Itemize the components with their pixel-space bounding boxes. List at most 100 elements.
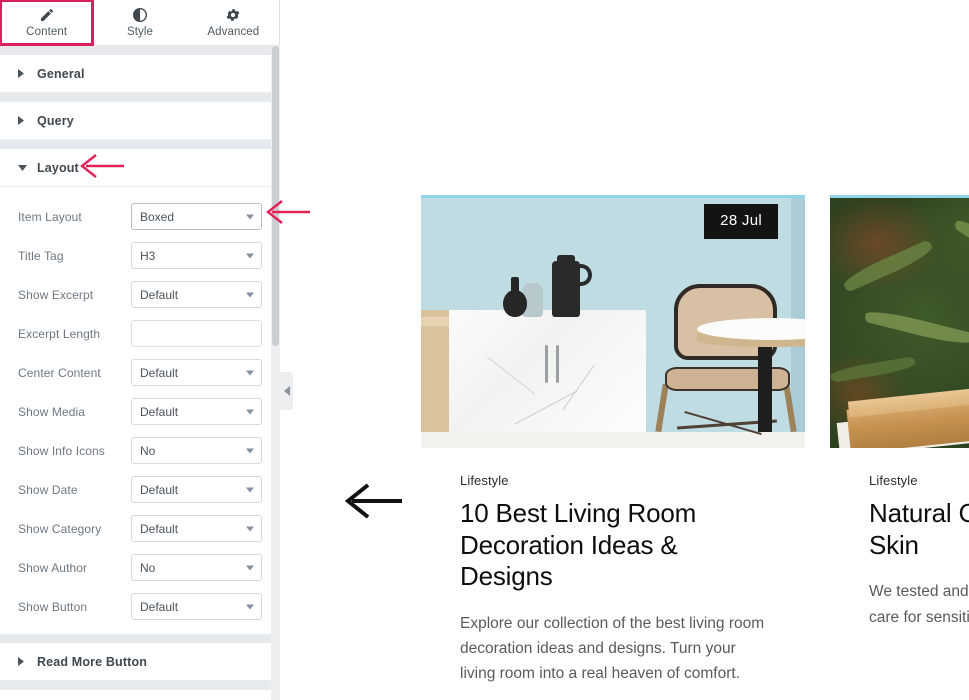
control-title-tag: Title Tag H3: [0, 236, 280, 275]
panel-tab-bar: Content Style Advanced: [0, 0, 280, 46]
chevron-down-icon: [246, 409, 254, 414]
section-body-layout: Item Layout Boxed Title Tag H3 Show Exce…: [0, 187, 280, 634]
select-value: Default: [140, 287, 179, 302]
chevron-right-icon: [18, 69, 26, 78]
control-show-author: Show Author No: [0, 548, 280, 587]
post-card[interactable]: 28 Jul Lifestyle 10 Best Living Room Dec…: [421, 195, 805, 687]
natural-soap-bottle-photo: [830, 198, 969, 448]
select-value: H3: [140, 248, 156, 263]
post-category[interactable]: Lifestyle: [460, 473, 766, 488]
tab-advanced[interactable]: Advanced: [186, 0, 280, 45]
tab-style[interactable]: Style: [93, 0, 187, 45]
post-card-body: Lifestyle 10 Best Living Room Decoration…: [421, 448, 805, 686]
contrast-icon: [132, 7, 148, 23]
select-show-author[interactable]: No: [131, 554, 262, 581]
post-excerpt: Explore our collection of the best livin…: [460, 615, 765, 683]
panel-scrollbar-thumb[interactable]: [272, 46, 279, 346]
post-title[interactable]: Natural Care for Sensitive Skin: [869, 498, 969, 561]
control-center-content: Center Content Default: [0, 353, 280, 392]
chevron-down-icon: [246, 487, 254, 492]
section-divider: [0, 46, 280, 55]
preview-canvas: 28 Jul Lifestyle 10 Best Living Room Dec…: [280, 0, 969, 700]
section-divider: [0, 681, 280, 690]
section-title-read-more-button: Read More Button: [37, 654, 148, 669]
excerpt-length-input[interactable]: [131, 320, 262, 347]
post-date-badge: 28 Jul: [704, 204, 778, 239]
select-value: Boxed: [140, 209, 175, 224]
chevron-down-icon: [246, 604, 254, 609]
chevron-right-icon: [18, 657, 26, 666]
select-center-content[interactable]: Default: [131, 359, 262, 386]
select-show-media[interactable]: Default: [131, 398, 262, 425]
chevron-down-icon: [246, 253, 254, 258]
section-title-general: General: [37, 66, 85, 81]
section-header-read-more-button[interactable]: Read More Button: [0, 643, 280, 681]
select-item-layout[interactable]: Boxed: [131, 203, 262, 230]
section-header-layout[interactable]: Layout: [0, 149, 280, 187]
app-root: Content Style Advanced General Query Lay…: [0, 0, 969, 700]
control-label: Show Date: [18, 482, 78, 497]
post-card-body: Lifestyle Natural Care for Sensitive Ski…: [830, 448, 969, 630]
control-label: Show Button: [18, 599, 88, 614]
chevron-down-icon: [246, 565, 254, 570]
tab-content[interactable]: Content: [0, 0, 95, 46]
panel-collapse-handle[interactable]: [280, 372, 293, 410]
section-header-query[interactable]: Query: [0, 102, 280, 140]
control-item-layout: Item Layout Boxed: [0, 197, 280, 236]
select-value: No: [140, 560, 156, 575]
control-label: Show Category: [18, 521, 102, 536]
chevron-down-icon: [246, 214, 254, 219]
control-label: Item Layout: [18, 209, 82, 224]
section-divider: [0, 93, 280, 102]
gear-icon: [225, 7, 241, 23]
panel-scrollbar[interactable]: [271, 46, 280, 700]
control-show-media: Show Media Default: [0, 392, 280, 431]
control-label: Show Media: [18, 404, 86, 419]
chevron-down-icon: [246, 370, 254, 375]
select-value: Default: [140, 521, 179, 536]
control-label: Show Author: [18, 560, 88, 575]
chevron-down-icon: [246, 292, 254, 297]
control-label: Title Tag: [18, 248, 64, 263]
select-value: Default: [140, 599, 179, 614]
post-card-media: 28 Jul: [421, 198, 805, 448]
control-show-category: Show Category Default: [0, 509, 280, 548]
pencil-icon: [39, 7, 55, 23]
select-show-date[interactable]: Default: [131, 476, 262, 503]
tab-advanced-label: Advanced: [207, 25, 260, 38]
post-title[interactable]: 10 Best Living Room Decoration Ideas & D…: [460, 498, 766, 593]
arrow-to-canvas-preview: [342, 480, 404, 520]
post-card-media: [830, 198, 969, 448]
chevron-down-icon: [246, 448, 254, 453]
tab-style-label: Style: [126, 25, 154, 38]
posts-grid: 28 Jul Lifestyle 10 Best Living Room Dec…: [421, 195, 969, 687]
select-value: No: [140, 443, 156, 458]
chevron-right-icon: [18, 116, 26, 125]
select-title-tag[interactable]: H3: [131, 242, 262, 269]
post-category[interactable]: Lifestyle: [869, 473, 969, 488]
control-show-excerpt: Show Excerpt Default: [0, 275, 280, 314]
control-show-button: Show Button Default: [0, 587, 280, 626]
control-label: Show Excerpt: [18, 287, 94, 302]
section-divider: [0, 140, 280, 149]
panel-sections-scroll[interactable]: General Query Layout Item Layout Boxed T…: [0, 46, 280, 700]
control-label: Excerpt Length: [18, 326, 101, 341]
control-label: Show Info Icons: [18, 443, 105, 458]
section-divider: [0, 634, 280, 643]
post-excerpt: We tested and found the best natural, ge…: [869, 583, 969, 626]
section-header-general[interactable]: General: [0, 55, 280, 93]
section-title-layout: Layout: [37, 160, 79, 175]
section-header-read-more-button-2[interactable]: Read More Button: [0, 690, 280, 700]
control-label: Center Content: [18, 365, 101, 380]
select-show-category[interactable]: Default: [131, 515, 262, 542]
select-show-button[interactable]: Default: [131, 593, 262, 620]
control-show-info-icons: Show Info Icons No: [0, 431, 280, 470]
select-value: Default: [140, 365, 179, 380]
select-show-excerpt[interactable]: Default: [131, 281, 262, 308]
post-card[interactable]: Lifestyle Natural Care for Sensitive Ski…: [830, 195, 969, 687]
control-show-date: Show Date Default: [0, 470, 280, 509]
chevron-left-icon: [283, 386, 290, 396]
chevron-down-icon: [246, 526, 254, 531]
select-show-info-icons[interactable]: No: [131, 437, 262, 464]
select-value: Default: [140, 482, 179, 497]
